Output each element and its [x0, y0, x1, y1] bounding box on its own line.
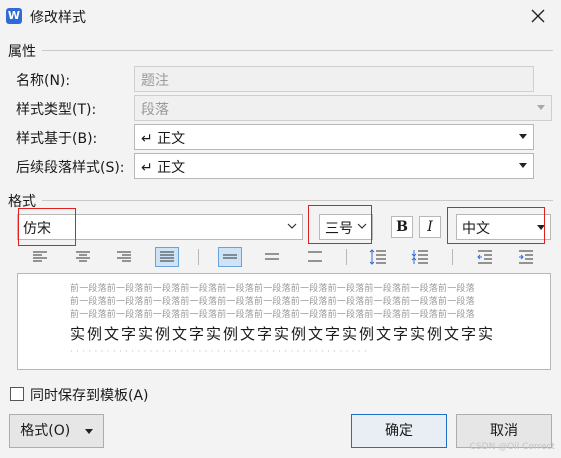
preview-next-paragraph: · · · · · · · · · · · · · · · · · · · · … [70, 347, 367, 357]
next-style-select[interactable]: ↵ 正文 [134, 153, 534, 179]
justify-button[interactable] [155, 247, 179, 267]
spacing-increase-icon[interactable] [367, 248, 389, 266]
title-bar: W 修改样式 [0, 0, 561, 34]
format-divider [42, 200, 553, 201]
style-type-label: 样式类型(T): [16, 102, 97, 118]
ok-button[interactable]: 确定 [351, 414, 447, 448]
chevron-down-icon [287, 223, 297, 229]
watermark: CSDN @Oil Correct [469, 442, 555, 452]
name-field: 题注 [134, 66, 534, 92]
based-on-select[interactable]: ↵ 正文 [134, 124, 534, 150]
line-spacing-onehalf-icon[interactable] [261, 248, 283, 266]
preview-previous-paragraph: 前一段落前一段落前一段落前一段落前一段落前一段落前一段落前一段落前一段落前一段落… [70, 284, 475, 294]
next-style-label: 后续段落样式(S): [16, 160, 125, 176]
dialog-title: 修改样式 [30, 10, 86, 26]
name-label: 名称(N): [16, 73, 71, 89]
line-spacing-single-button[interactable] [218, 247, 242, 267]
based-on-label: 样式基于(B): [16, 131, 98, 147]
next-style-value: ↵ 正文 [141, 160, 186, 176]
style-type-value: 段落 [141, 102, 169, 118]
name-value: 题注 [141, 73, 169, 89]
style-preview: 前一段落前一段落前一段落前一段落前一段落前一段落前一段落前一段落前一段落前一段落… [17, 273, 551, 370]
align-left-icon[interactable] [29, 248, 51, 266]
style-type-select: 段落 [134, 95, 552, 121]
bold-button[interactable]: B [391, 216, 413, 238]
based-on-value: ↵ 正文 [141, 131, 186, 147]
font-size-highlight [308, 205, 372, 244]
chevron-down-icon [537, 105, 545, 110]
chevron-down-icon [519, 134, 527, 139]
align-right-icon[interactable] [113, 248, 135, 266]
font-name-highlight [18, 208, 76, 246]
close-icon[interactable] [527, 5, 549, 27]
script-highlight [447, 207, 545, 244]
format-menu-button[interactable]: 格式(O) [9, 414, 104, 448]
line-spacing-single-icon [223, 254, 237, 259]
format-button-label: 格式(O) [20, 423, 71, 439]
preview-previous-paragraph: 前一段落前一段落前一段落前一段落前一段落前一段落前一段落前一段落前一段落前一段落… [70, 297, 475, 307]
chevron-down-icon [84, 428, 93, 434]
properties-divider [42, 50, 553, 51]
chevron-down-icon [519, 163, 527, 168]
indent-increase-icon[interactable] [515, 248, 537, 266]
save-to-template-checkbox[interactable] [10, 387, 24, 401]
toolbar-separator [346, 249, 347, 265]
italic-button[interactable]: I [419, 216, 441, 238]
spacing-decrease-icon[interactable] [409, 248, 431, 266]
wps-writer-icon: W [6, 8, 22, 24]
line-spacing-double-icon[interactable] [304, 248, 326, 266]
justify-icon [160, 251, 174, 262]
save-to-template-label[interactable]: 同时保存到模板(A) [30, 385, 149, 405]
properties-section-title: 属性 [8, 44, 36, 60]
align-center-icon[interactable] [72, 248, 94, 266]
toolbar-separator [452, 249, 453, 265]
modify-style-dialog: W 修改样式 属性 名称(N): 题注 样式类型(T): 段落 样式基于(B):… [0, 0, 561, 458]
indent-decrease-icon[interactable] [474, 248, 496, 266]
preview-previous-paragraph: 前一段落前一段落前一段落前一段落前一段落前一段落前一段落前一段落前一段落前一段落… [70, 310, 475, 320]
preview-sample-text: 实例文字实例文字实例文字实例文字实例文字实例文字实 [70, 325, 496, 343]
toolbar-separator [198, 249, 199, 265]
